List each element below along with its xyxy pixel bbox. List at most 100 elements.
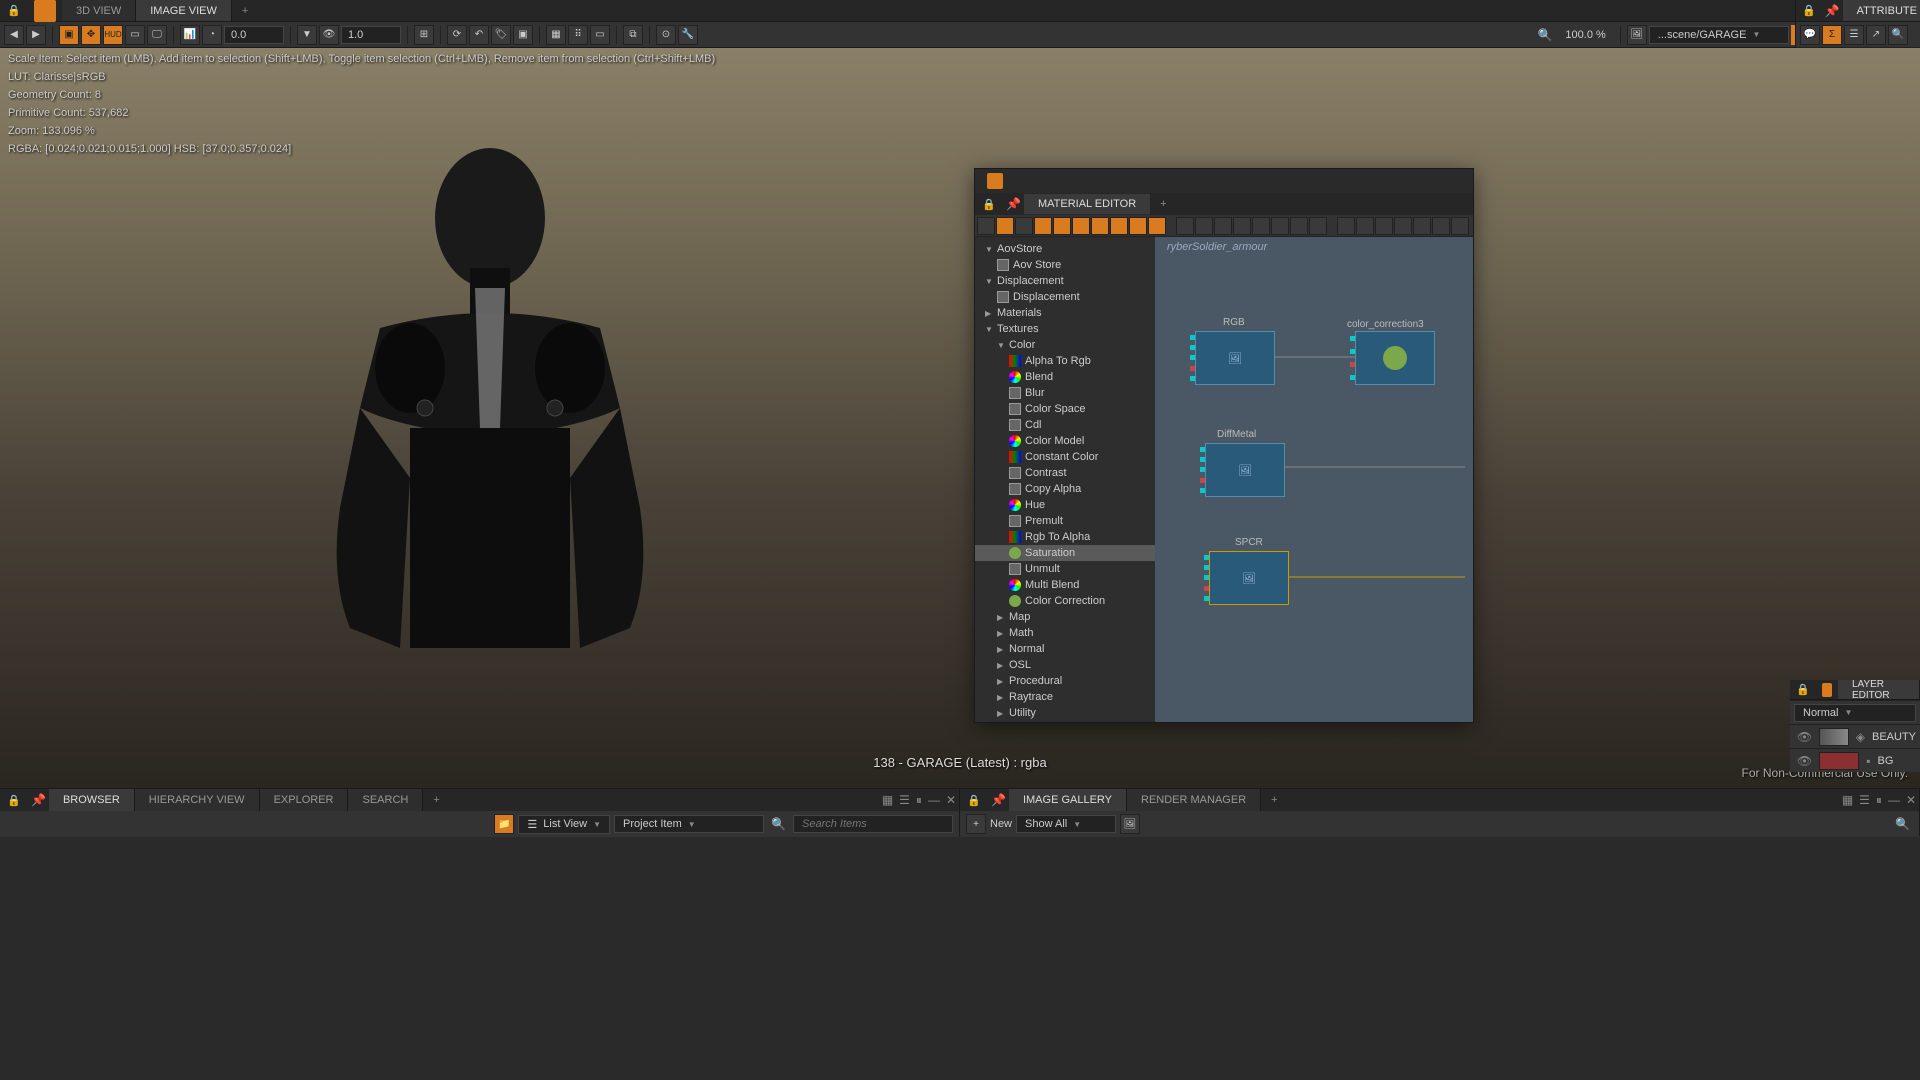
tree-displacement-child[interactable]: Displacement — [975, 289, 1155, 305]
tree-displacement[interactable]: ▼Displacement — [975, 273, 1155, 289]
node-color-correction3[interactable] — [1355, 331, 1435, 385]
view-mode-dropdown[interactable]: ☰List View▼ — [518, 815, 610, 834]
more-icon[interactable] — [1451, 217, 1469, 235]
tree-hue[interactable]: Hue — [975, 497, 1155, 513]
chat-icon[interactable]: 💬 — [1800, 25, 1820, 45]
undo-icon[interactable]: ↶ — [469, 25, 489, 45]
cube-icon[interactable] — [1110, 217, 1128, 235]
history-fwd-icon[interactable]: ▶ — [26, 25, 46, 45]
node-icon-1[interactable] — [1176, 217, 1194, 235]
node-icon-3[interactable] — [1214, 217, 1232, 235]
pin-icon[interactable]: 📌 — [988, 793, 1009, 807]
pause-icon[interactable]: ⏸ — [913, 793, 925, 808]
render-viewport[interactable]: Scale Item: Select item (LMB), Add item … — [0, 48, 1920, 788]
tab-render-manager[interactable]: RENDER MANAGER — [1127, 789, 1261, 811]
fit-icon[interactable] — [1252, 217, 1270, 235]
select-tool-icon[interactable]: ▣ — [59, 25, 79, 45]
add-icon[interactable]: + — [966, 814, 986, 834]
node-icon-2[interactable] — [1195, 217, 1213, 235]
tree-multi-blend[interactable]: Multi Blend — [975, 577, 1155, 593]
node-graph[interactable]: ryberSoldier_armour RGB 🖼 color_correcti… — [1155, 237, 1473, 722]
nav-back-icon[interactable] — [977, 217, 995, 235]
tab-search[interactable]: SEARCH — [348, 789, 423, 811]
image-icon[interactable]: 🖼 — [1120, 814, 1140, 834]
tree-color[interactable]: ▼Color — [975, 337, 1155, 353]
tool-3-icon[interactable] — [1034, 217, 1052, 235]
tree-math[interactable]: ▶Math — [975, 625, 1155, 641]
folder-icon[interactable]: 📁 — [494, 814, 514, 834]
blend-mode-dropdown[interactable]: Normal▼ — [1794, 704, 1916, 722]
close-icon[interactable]: ✕ — [1903, 793, 1919, 807]
lock-icon[interactable]: 🔒 — [1796, 682, 1810, 698]
tree-unmult[interactable]: Unmult — [975, 561, 1155, 577]
tag-icon[interactable]: 🏷 — [491, 25, 511, 45]
filter-icon[interactable]: ▼ — [297, 25, 317, 45]
snapshot-icon[interactable]: ▣ — [513, 25, 533, 45]
tree-blend[interactable]: Blend — [975, 369, 1155, 385]
tree-alpha-to-rgb[interactable]: Alpha To Rgb — [975, 353, 1155, 369]
filter-icon[interactable] — [1129, 217, 1147, 235]
chart-icon[interactable]: 📊 — [180, 25, 200, 45]
circle2-icon[interactable] — [1394, 217, 1412, 235]
close-icon[interactable]: ✕ — [943, 793, 959, 807]
wrench-icon[interactable]: 🔧 — [678, 25, 698, 45]
show-filter-dropdown[interactable]: Show All▼ — [1016, 815, 1116, 833]
pin-icon[interactable]: 📌 — [28, 793, 49, 807]
tree-aovstore[interactable]: ▼AovStore — [975, 241, 1155, 257]
pin-icon[interactable]: 📌 — [1003, 197, 1024, 211]
scene-icon[interactable]: 🖼 — [1627, 25, 1647, 45]
lock-icon[interactable]: 🔒 — [981, 196, 997, 212]
monitor-icon[interactable]: 🖵 — [147, 25, 167, 45]
attribute-tab[interactable]: ATTRIBUTE — [1843, 0, 1920, 21]
tree-contrast[interactable]: Contrast — [975, 465, 1155, 481]
tab-add[interactable]: + — [232, 1, 258, 21]
layer-beauty[interactable]: 👁 ◈ BEAUTY — [1790, 724, 1920, 748]
menu-icon[interactable]: ☰ — [1856, 793, 1873, 807]
pause-icon[interactable]: ⏸ — [1873, 793, 1885, 808]
zoom-icon[interactable]: 🔍 — [1534, 28, 1555, 42]
pin-icon[interactable]: 📌 — [1822, 4, 1843, 18]
grid-icon[interactable]: ⊞ — [414, 25, 434, 45]
node-spcr[interactable]: 🖼 — [1209, 551, 1289, 605]
tab-3d-view[interactable]: 3D VIEW — [62, 0, 136, 21]
tree-procedural[interactable]: ▶Procedural — [975, 673, 1155, 689]
lock-icon[interactable]: 🔒 — [966, 792, 982, 808]
tree-premult[interactable]: Premult — [975, 513, 1155, 529]
search-icon[interactable]: 🔍 — [1892, 817, 1913, 831]
tab-explorer[interactable]: EXPLORER — [260, 789, 349, 811]
tree-saturation[interactable]: Saturation — [975, 545, 1155, 561]
search-icon[interactable]: 🔍 — [1888, 25, 1908, 45]
texture-tree[interactable]: ▼AovStore Aov Store ▼Displacement Displa… — [975, 237, 1155, 722]
circle-icon[interactable] — [1356, 217, 1374, 235]
layer-editor-tab[interactable]: LAYER EDITOR — [1838, 680, 1920, 699]
display-icon[interactable]: ▭ — [125, 25, 145, 45]
visible-icon[interactable]: 👁 — [1794, 754, 1815, 768]
tool-6-icon[interactable] — [1091, 217, 1109, 235]
scene-path-dropdown[interactable]: ...scene/GARAGE▼ — [1649, 26, 1789, 44]
tree-normal[interactable]: ▶Normal — [975, 641, 1155, 657]
target-icon[interactable] — [1375, 217, 1393, 235]
tree-color-model[interactable]: Color Model — [975, 433, 1155, 449]
tool-1-icon[interactable] — [996, 217, 1014, 235]
value-2-input[interactable] — [341, 26, 401, 44]
tab-browser[interactable]: BROWSER — [49, 789, 135, 811]
hud-icon[interactable]: HUD — [103, 25, 123, 45]
list-icon[interactable]: ☰ — [1844, 25, 1864, 45]
tree-color-space[interactable]: Color Space — [975, 401, 1155, 417]
tree-cdl[interactable]: Cdl — [975, 417, 1155, 433]
search-input[interactable] — [793, 815, 953, 833]
lock-icon[interactable]: 🔒 — [6, 3, 22, 19]
tree-color-correction[interactable]: Color Correction — [975, 593, 1155, 609]
tree-utility[interactable]: ▶Utility — [975, 705, 1155, 721]
clock-icon[interactable]: ◔ — [202, 25, 222, 45]
grid-icon[interactable]: ▦ — [879, 793, 896, 807]
move-tool-icon[interactable]: ✥ — [81, 25, 101, 45]
lock-icon[interactable]: 🔒 — [6, 792, 22, 808]
color-pick-icon[interactable]: ⊙ — [656, 25, 676, 45]
dots-icon[interactable]: ⠿ — [568, 25, 588, 45]
tree-osl[interactable]: ▶OSL — [975, 657, 1155, 673]
tree-map[interactable]: ▶Map — [975, 609, 1155, 625]
filter-dropdown[interactable]: Project Item▼ — [614, 815, 764, 833]
minimize-icon[interactable]: — — [1885, 793, 1903, 807]
window-icon[interactable]: ▭ — [590, 25, 610, 45]
